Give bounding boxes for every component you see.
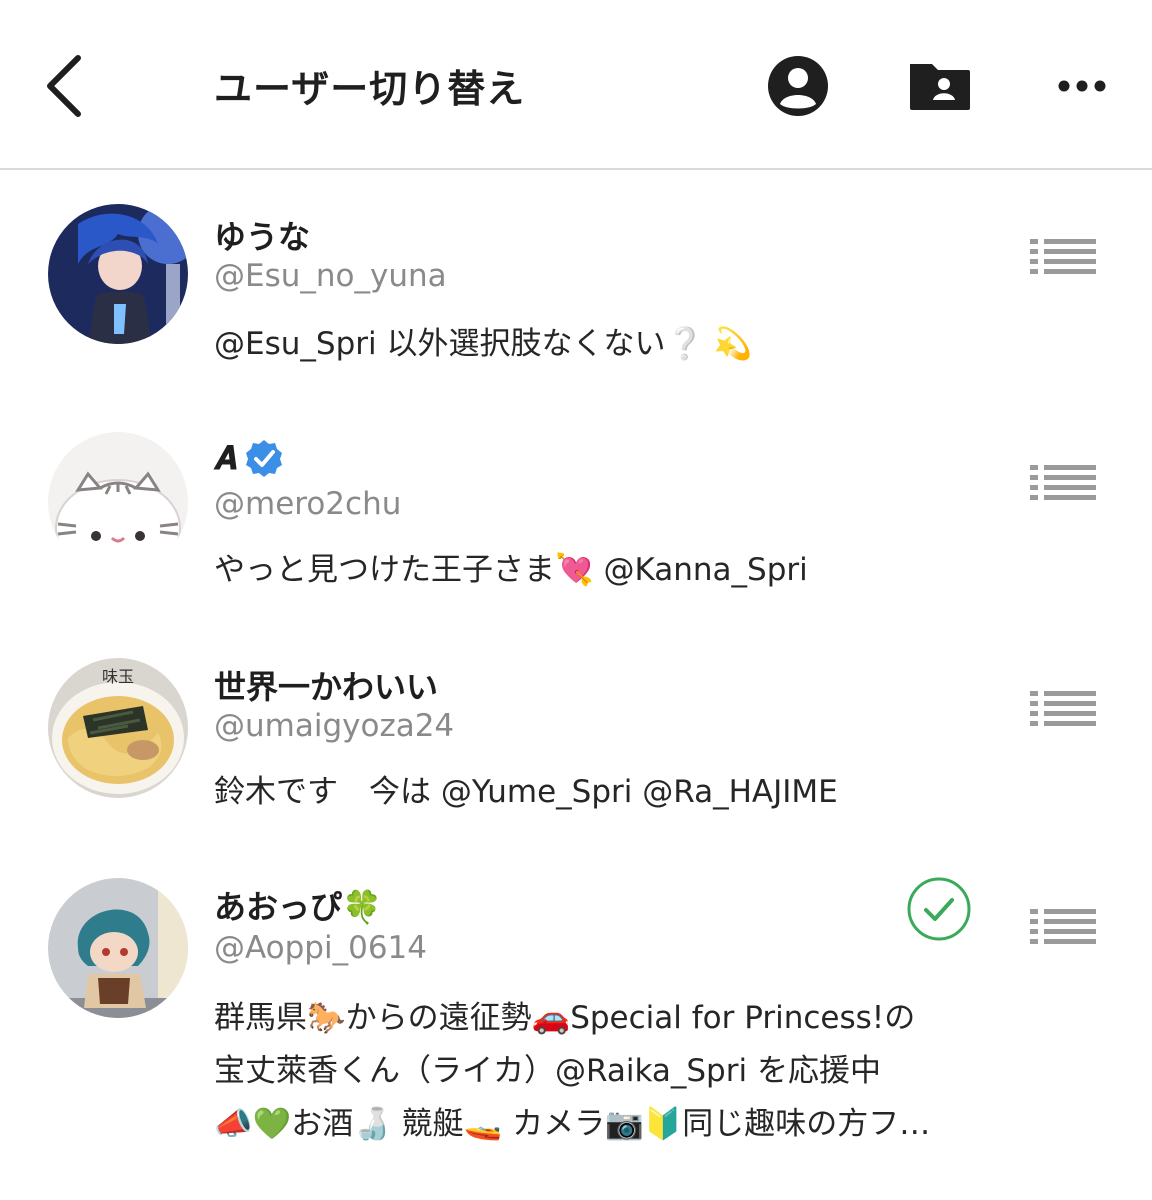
svg-text:味玉: 味玉 (102, 667, 134, 686)
folder-user-icon (910, 64, 970, 110)
reorder-handle[interactable] (1030, 464, 1096, 502)
header-bar: ユーザー切り替え (0, 0, 1152, 170)
reorder-handle[interactable] (1030, 690, 1096, 728)
drag-handle-icon (1030, 691, 1096, 726)
account-handle: @Aoppi_0614 (214, 930, 427, 966)
account-name: 世界一かわいい (214, 668, 439, 706)
back-button[interactable] (38, 52, 94, 120)
check-circle-icon (907, 877, 971, 941)
account-name: ゆうな (214, 218, 311, 256)
more-icon (1058, 80, 1106, 92)
drag-handle-icon (1030, 465, 1096, 500)
avatar: 味玉 (48, 658, 188, 798)
reorder-handle[interactable] (1030, 238, 1096, 276)
account-name: 𝑨 (214, 438, 284, 478)
account-bio: @Esu_Spri 以外選択肢なくない❔ 💫 (214, 326, 753, 362)
chevron-left-icon (47, 55, 81, 117)
switch-folder-button[interactable] (908, 54, 972, 118)
account-row[interactable]: あおっぴ🍀 @Aoppi_0614 群馬県🐎からの遠征勢🚗Special for… (0, 872, 1152, 1172)
account-handle: @umaigyoza24 (214, 708, 455, 744)
profile-icon (768, 56, 828, 116)
verified-badge-icon (246, 440, 283, 477)
account-bio: 鈴木です 今は @Yume_Spri @Ra_HAJIME (214, 774, 838, 810)
avatar (48, 878, 188, 1018)
avatar (48, 204, 188, 344)
drag-handle-icon (1030, 239, 1096, 274)
account-name: あおっぴ🍀 (214, 888, 382, 926)
account-bio: やっと見つけた王子さま💘 @Kanna_Spri (214, 552, 808, 588)
avatar (48, 432, 188, 572)
account-bio: 群馬県🐎からの遠征勢🚗Special for Princess!の 宝丈萊香くん… (214, 1000, 931, 1142)
account-row[interactable]: ゆうな @Esu_no_yuna @Esu_Spri 以外選択肢なくない❔ 💫 (0, 196, 1152, 396)
selected-check (906, 876, 972, 942)
page-title: ユーザー切り替え (214, 67, 526, 111)
account-handle: @Esu_no_yuna (214, 258, 447, 294)
account-handle: @mero2chu (214, 486, 402, 522)
account-row[interactable]: 味玉 世界一かわいい @umaigyoza24 鈴木です 今は @Yume_Sp… (0, 652, 1152, 832)
drag-handle-icon (1030, 909, 1096, 944)
account-row[interactable]: 𝑨 @mero2chu やっと見つけた王子さま💘 @Kanna_Spri (0, 424, 1152, 624)
more-button[interactable] (1050, 54, 1114, 118)
profile-button[interactable] (766, 54, 830, 118)
reorder-handle[interactable] (1030, 908, 1096, 946)
